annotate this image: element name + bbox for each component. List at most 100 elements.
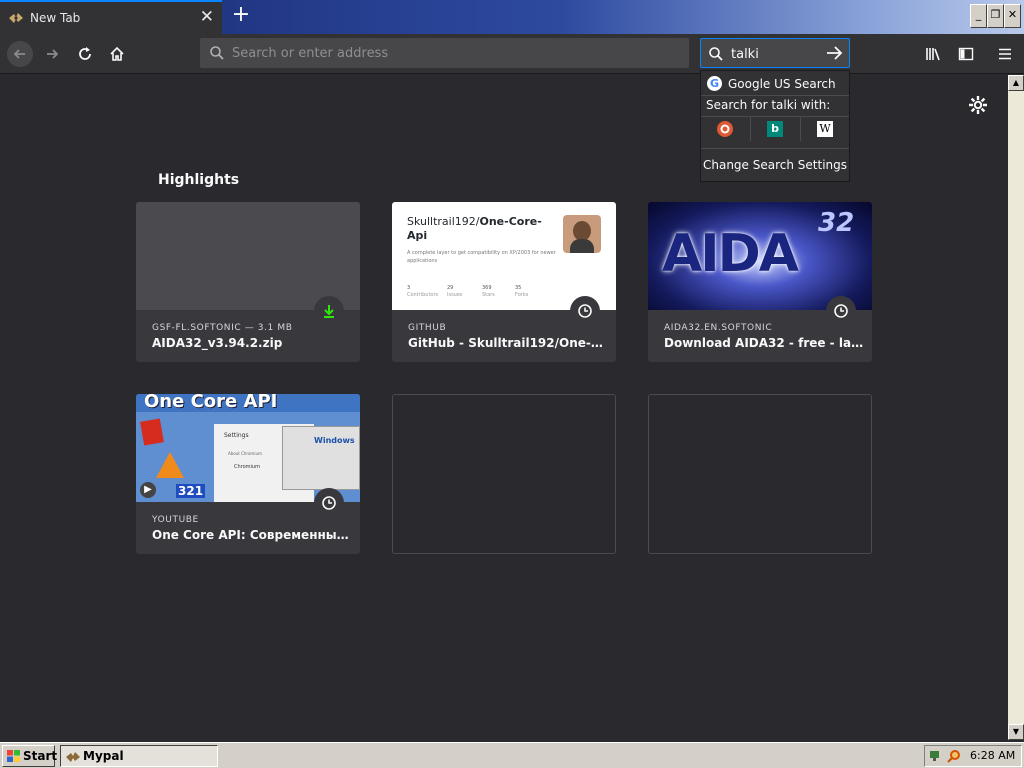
clock-icon bbox=[570, 296, 600, 326]
reload-icon bbox=[79, 47, 91, 60]
highlight-card[interactable]: Skulltrail192/One-Core- Api A complete la… bbox=[392, 202, 616, 362]
github-stat-label: Contributors bbox=[407, 292, 439, 298]
highlight-card[interactable]: AIDA 32 AIDA32.EN.SOFTONIC Download AIDA… bbox=[648, 202, 872, 362]
card-title: One Core API: Современные пр... bbox=[152, 528, 352, 542]
card-source: GSF-FL.SOFTONIC — 3.1 MB bbox=[152, 323, 293, 333]
highlight-card[interactable]: GSF-FL.SOFTONIC — 3.1 MB AIDA32_v3.94.2.… bbox=[136, 202, 360, 362]
github-stat-value: 3 bbox=[407, 285, 411, 291]
divider bbox=[800, 117, 801, 141]
aida-logo-number: 32 bbox=[818, 208, 855, 238]
bing-icon[interactable]: b bbox=[767, 121, 783, 137]
reload-button[interactable] bbox=[73, 42, 97, 66]
card-title: GitHub - Skulltrail192/One-Core-... bbox=[408, 336, 608, 350]
back-button[interactable] bbox=[7, 41, 33, 67]
youtube-thumb-number: 321 bbox=[176, 484, 206, 498]
highlight-card[interactable]: One Core API Settings About Chromium Chr… bbox=[136, 394, 360, 554]
github-stat-label: Issues bbox=[447, 292, 463, 298]
taskbar: Start Mypal 6:28 AM bbox=[0, 742, 1024, 768]
card-thumbnail: One Core API Settings About Chromium Chr… bbox=[136, 394, 360, 502]
navigation-toolbar bbox=[0, 34, 1024, 74]
taskbar-item-mypal[interactable]: Mypal bbox=[60, 745, 218, 767]
search-bar[interactable] bbox=[700, 38, 850, 68]
url-bar[interactable] bbox=[200, 38, 689, 68]
new-tab-button[interactable]: + bbox=[228, 2, 254, 27]
github-stat-value: 35 bbox=[515, 285, 522, 291]
card-thumbnail: Skulltrail192/One-Core- Api A complete la… bbox=[392, 202, 616, 310]
empty-highlight-slot bbox=[648, 394, 872, 554]
sidebar-icon bbox=[958, 47, 974, 61]
scroll-up-button[interactable]: ▲ bbox=[1008, 75, 1024, 91]
system-tray: 6:28 AM bbox=[924, 745, 1022, 767]
card-source: AIDA32.EN.SOFTONIC bbox=[664, 323, 773, 333]
sidebar-toggle-button[interactable] bbox=[954, 42, 978, 66]
wikipedia-icon[interactable]: W bbox=[817, 121, 833, 137]
divider bbox=[701, 116, 849, 117]
default-engine-item[interactable]: G Google US Search bbox=[707, 74, 847, 94]
tab-new-tab[interactable]: New Tab ✕ bbox=[0, 0, 222, 34]
youtube-thumb-settings: Settings bbox=[224, 432, 249, 439]
empty-highlight-slot bbox=[392, 394, 616, 554]
change-search-settings-button[interactable]: Change Search Settings bbox=[701, 158, 849, 172]
start-button[interactable]: Start bbox=[2, 745, 58, 767]
mypal-favicon-icon bbox=[9, 13, 23, 23]
github-repo-name-cont: Api bbox=[407, 229, 428, 242]
search-input[interactable] bbox=[731, 44, 821, 64]
search-icon bbox=[210, 46, 224, 60]
github-stat-label: Forks bbox=[515, 292, 529, 298]
network-tray-icon[interactable] bbox=[929, 749, 943, 763]
search-suggestions-popup: G Google US Search Search for talki with… bbox=[700, 70, 850, 182]
clock: 6:28 AM bbox=[970, 749, 1016, 762]
github-repo-description: A complete layer to get compatibility on… bbox=[407, 250, 556, 264]
github-stat-value: 369 bbox=[482, 285, 492, 291]
github-avatar bbox=[563, 215, 601, 253]
duckduckgo-icon[interactable] bbox=[717, 121, 733, 137]
tab-close-icon[interactable]: ✕ bbox=[200, 7, 214, 27]
search-for-label: Search for talki with: bbox=[706, 98, 831, 112]
youtube-thumb-title: One Core API bbox=[144, 394, 278, 412]
clock-icon bbox=[826, 296, 856, 326]
arrow-right-icon bbox=[47, 49, 59, 59]
restore-button[interactable]: ❐ bbox=[987, 4, 1004, 28]
download-icon bbox=[314, 296, 344, 326]
aida-logo-text: AIDA bbox=[662, 224, 799, 284]
home-icon bbox=[110, 46, 124, 61]
home-button[interactable] bbox=[105, 42, 129, 66]
github-repo-name: One-Core- bbox=[479, 215, 542, 228]
vertical-scrollbar[interactable]: ▲ ▼ bbox=[1008, 75, 1024, 740]
menu-button[interactable] bbox=[993, 42, 1017, 66]
hamburger-menu-icon bbox=[999, 48, 1011, 60]
scroll-down-button[interactable]: ▼ bbox=[1008, 724, 1024, 740]
card-source: YOUTUBE bbox=[152, 515, 199, 525]
new-tab-page: Highlights GSF-FL.SOFTONIC — 3.1 MB AIDA… bbox=[0, 75, 1008, 740]
youtube-thumb-about: About Chromium bbox=[228, 451, 262, 456]
search-icon bbox=[709, 47, 723, 61]
window-close-button[interactable]: ✕ bbox=[1004, 4, 1021, 28]
card-source: GITHUB bbox=[408, 323, 447, 333]
divider bbox=[701, 95, 849, 96]
arrow-left-icon bbox=[13, 49, 25, 59]
forward-button[interactable] bbox=[40, 42, 64, 66]
divider bbox=[750, 117, 751, 141]
minimize-button[interactable]: _ bbox=[970, 4, 987, 28]
card-title: AIDA32_v3.94.2.zip bbox=[152, 336, 283, 350]
youtube-thumb-chromium: Chromium bbox=[234, 464, 260, 470]
taskbar-item-label: Mypal bbox=[83, 749, 124, 763]
library-icon bbox=[926, 48, 940, 61]
default-engine-label: Google US Search bbox=[728, 77, 836, 91]
clock-icon bbox=[314, 488, 344, 518]
mypal-app-icon bbox=[66, 752, 80, 762]
github-stat-label: Stars bbox=[482, 292, 495, 298]
search-go-arrow-icon[interactable] bbox=[824, 43, 844, 63]
github-repo-owner: Skulltrail192/ bbox=[407, 215, 480, 228]
card-thumbnail: AIDA 32 bbox=[648, 202, 872, 310]
search-tray-icon[interactable] bbox=[947, 749, 961, 763]
card-thumbnail bbox=[136, 202, 360, 310]
youtube-thumb-windows: Windows bbox=[314, 436, 355, 445]
highlights-heading: Highlights bbox=[158, 172, 240, 188]
github-stat-value: 29 bbox=[447, 285, 454, 291]
gear-icon[interactable] bbox=[968, 95, 988, 115]
start-label: Start bbox=[23, 749, 58, 763]
google-icon: G bbox=[707, 76, 722, 91]
library-button[interactable] bbox=[922, 42, 946, 66]
url-input[interactable] bbox=[232, 43, 672, 63]
